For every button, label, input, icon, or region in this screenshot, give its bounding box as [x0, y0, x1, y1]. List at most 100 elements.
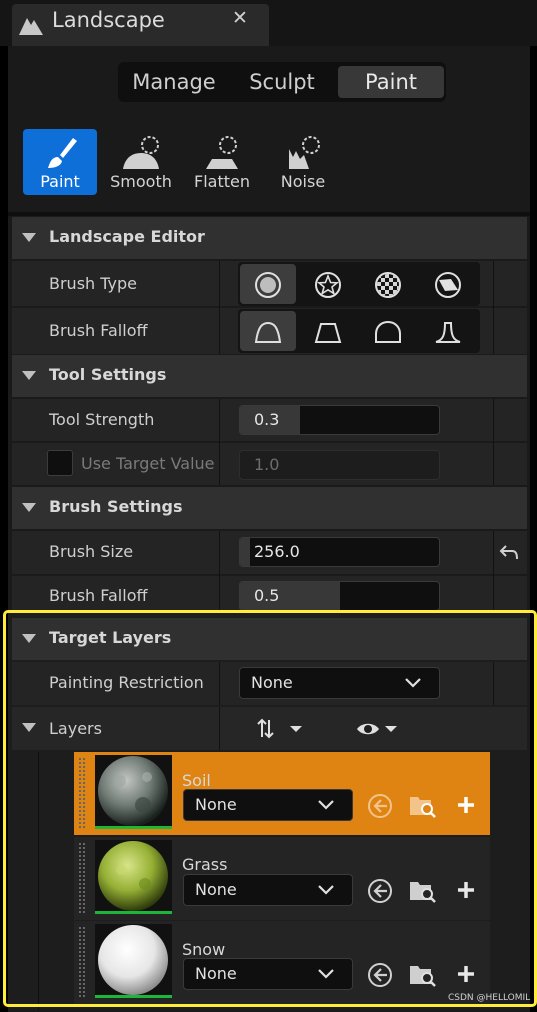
brush-type-component[interactable]	[420, 264, 476, 304]
drag-handle-icon[interactable]	[79, 843, 85, 915]
add-icon[interactable]	[456, 964, 476, 984]
landscape-icon	[19, 18, 43, 35]
chevron-down-icon	[318, 800, 334, 810]
falloff-smooth[interactable]	[240, 311, 296, 351]
brush-size-value: 256.0	[254, 542, 300, 561]
smooth-icon	[123, 136, 159, 169]
section-brush-settings[interactable]: Brush Settings	[12, 487, 527, 529]
tool-noise[interactable]: Noise	[266, 129, 340, 195]
section-title: Target Layers	[49, 628, 172, 647]
column-divider	[219, 531, 220, 610]
use-selected-asset-icon[interactable]	[367, 793, 393, 819]
section-landscape-editor[interactable]: Landscape Editor	[12, 217, 527, 259]
layer-name: Grass	[182, 855, 228, 874]
brush-type-alpha[interactable]	[300, 264, 356, 304]
mode-manage[interactable]: Manage	[124, 66, 224, 98]
brush-size-slider[interactable]: 256.0	[239, 537, 440, 567]
use-target-value-label: Use Target Value	[81, 454, 215, 473]
tool-paint[interactable]: Paint	[23, 129, 97, 195]
painting-restriction-value: None	[251, 673, 293, 692]
column-divider	[493, 662, 494, 705]
target-value-field[interactable]: 1.0	[239, 450, 440, 480]
column-divider	[493, 399, 494, 485]
brush-type-group	[238, 262, 480, 306]
column-divider	[219, 707, 220, 750]
close-icon[interactable]: ✕	[232, 7, 248, 29]
layer-weight-bar	[95, 995, 172, 998]
painting-restriction-dropdown[interactable]: None	[239, 667, 440, 699]
collapse-arrow-icon	[22, 723, 36, 732]
brush-falloff-slider[interactable]: 0.5	[239, 581, 440, 611]
layer-info-value: None	[195, 964, 237, 983]
tool-smooth[interactable]: Smooth	[104, 129, 178, 195]
use-selected-asset-icon[interactable]	[367, 878, 393, 904]
browse-folder-icon[interactable]	[409, 878, 437, 904]
collapse-arrow-icon	[22, 371, 36, 380]
tool-flatten-label: Flatten	[194, 172, 250, 191]
spherical-falloff-icon	[375, 320, 401, 343]
drag-handle-icon[interactable]	[79, 758, 85, 830]
component-brush-icon	[435, 272, 461, 298]
browse-folder-icon[interactable]	[409, 962, 437, 988]
use-selected-asset-icon[interactable]	[367, 962, 393, 988]
watermark: CSDN @HELLOMIL	[448, 993, 531, 1003]
brush-type-label: Brush Type	[49, 274, 138, 293]
add-icon[interactable]	[456, 880, 476, 900]
indent-guide	[38, 752, 39, 1010]
brush-type-circle[interactable]	[240, 264, 296, 304]
slider-fill	[240, 538, 250, 566]
tool-flatten[interactable]: Flatten	[185, 129, 259, 195]
falloff-linear[interactable]	[300, 311, 356, 351]
browse-folder-icon[interactable]	[409, 793, 437, 819]
flatten-icon	[206, 136, 238, 169]
chevron-down-icon	[318, 969, 334, 979]
tool-strength-slider[interactable]: 0.3	[239, 405, 440, 435]
linear-falloff-icon	[314, 323, 342, 343]
add-icon[interactable]	[456, 795, 476, 815]
section-target-layers[interactable]: Target Layers	[12, 618, 527, 660]
layer-thumbnail	[95, 840, 172, 914]
layer-name: Snow	[182, 940, 226, 959]
layer-info-dropdown[interactable]: None	[183, 789, 353, 821]
drag-handle-icon[interactable]	[79, 927, 85, 999]
layer-info-dropdown[interactable]: None	[183, 958, 353, 990]
falloff-spherical[interactable]	[360, 311, 416, 351]
mode-paint[interactable]: Paint	[338, 66, 444, 98]
layer-info-dropdown[interactable]: None	[183, 874, 353, 906]
tool-strength-label: Tool Strength	[49, 410, 155, 429]
mode-sculpt[interactable]: Sculpt	[232, 66, 332, 98]
smooth-falloff-icon	[254, 321, 282, 343]
layer-info-value: None	[195, 880, 237, 899]
use-target-value-checkbox[interactable]	[47, 450, 73, 476]
collapse-arrow-icon	[22, 233, 36, 242]
brush-falloff-label: Brush Falloff	[49, 586, 148, 605]
paint-brush-icon	[48, 138, 77, 168]
layer-thumbnail	[95, 755, 172, 829]
brush-size-label: Brush Size	[49, 542, 134, 561]
tool-paint-label: Paint	[40, 172, 80, 191]
visibility-eye-icon[interactable]	[355, 718, 401, 740]
layers-label: Layers	[49, 719, 102, 738]
column-divider	[219, 662, 220, 705]
noise-icon	[289, 136, 320, 169]
layer-name: Soil	[182, 771, 211, 790]
section-tool-settings[interactable]: Tool Settings	[12, 355, 527, 397]
brush-falloff-value: 0.5	[254, 586, 280, 605]
layer-thumbnail	[95, 924, 172, 998]
chevron-down-icon	[318, 885, 334, 895]
reset-arrow-icon[interactable]	[498, 542, 520, 562]
target-value: 1.0	[254, 455, 280, 474]
brush-type-pattern[interactable]	[360, 264, 416, 304]
tool-smooth-label: Smooth	[110, 172, 172, 191]
column-divider	[219, 261, 220, 354]
section-title: Brush Settings	[49, 497, 183, 516]
layer-weight-bar	[95, 911, 172, 914]
column-divider	[493, 531, 494, 610]
column-divider	[493, 261, 494, 354]
collapse-arrow-icon	[22, 503, 36, 512]
falloff-tip[interactable]	[420, 311, 476, 351]
toolbar-separator	[8, 212, 530, 216]
layer-weight-bar	[95, 826, 172, 829]
alpha-brush-icon	[315, 272, 341, 298]
sort-icon[interactable]	[256, 717, 306, 741]
